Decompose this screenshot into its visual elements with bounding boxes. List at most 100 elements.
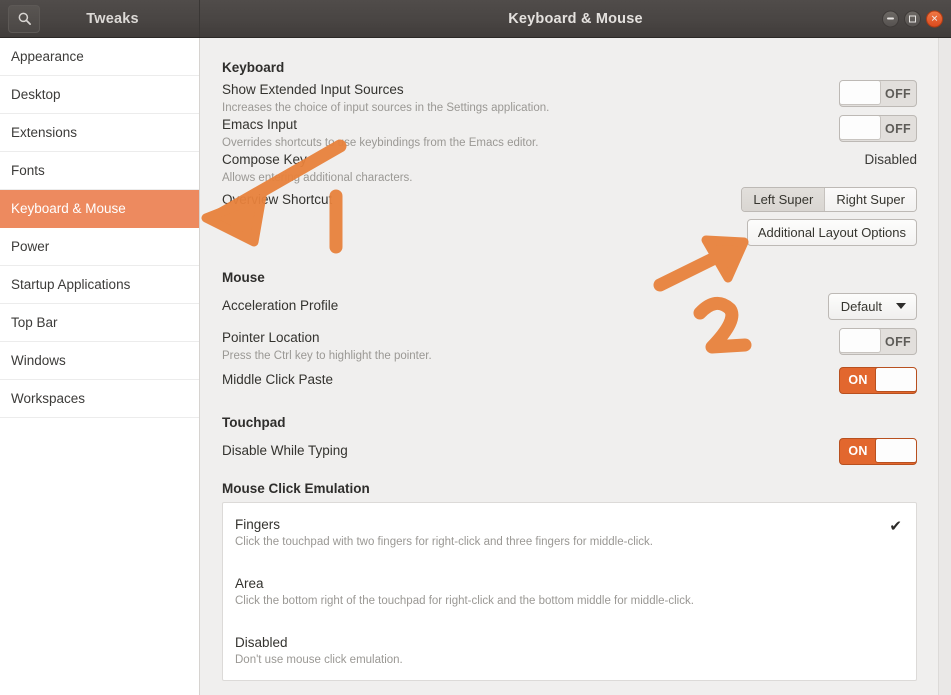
minimize-button[interactable] xyxy=(882,10,899,27)
titlebar-left: Tweaks xyxy=(0,0,200,37)
page-title: Keyboard & Mouse xyxy=(508,10,643,27)
sidebar-item-windows[interactable]: Windows xyxy=(0,342,199,380)
row-label-group: Compose Key Allows entering additional c… xyxy=(222,150,864,186)
row-control: ON xyxy=(839,437,917,465)
toggle-knob xyxy=(840,116,881,140)
list-item-area[interactable]: Area Click the bottom right of the touch… xyxy=(223,562,916,621)
row-label-group: Disable While Typing xyxy=(222,441,839,461)
toggle-knob xyxy=(875,438,916,463)
pointer-location-label: Pointer Location xyxy=(222,330,320,345)
toggle-state-label: ON xyxy=(848,373,868,387)
row-middle-click-paste: Middle Click Paste ON xyxy=(222,365,917,395)
emacs-input-label: Emacs Input xyxy=(222,117,298,132)
compose-key-label: Compose Key xyxy=(222,152,307,167)
sidebar-item-extensions[interactable]: Extensions xyxy=(0,114,199,152)
toggle-state-label: OFF xyxy=(885,121,911,136)
sidebar-item-label: Workspaces xyxy=(11,391,86,406)
mouse-click-emulation-list: Fingers Click the touchpad with two fing… xyxy=(222,502,917,681)
maximize-icon xyxy=(909,15,916,22)
sidebar-item-label: Appearance xyxy=(11,49,84,64)
touchpad-section-heading: Touchpad xyxy=(222,415,286,430)
list-item-fingers[interactable]: Fingers Click the touchpad with two fing… xyxy=(223,503,916,562)
close-button[interactable]: ✕ xyxy=(926,10,943,27)
sidebar-item-fonts[interactable]: Fonts xyxy=(0,152,199,190)
row-pointer-location: Pointer Location Press the Ctrl key to h… xyxy=(222,328,917,364)
toggle-state-label: OFF xyxy=(885,86,911,101)
row-additional-layout-options: Additional Layout Options xyxy=(222,219,917,246)
sidebar-item-top-bar[interactable]: Top Bar xyxy=(0,304,199,342)
emacs-input-toggle[interactable]: OFF xyxy=(839,115,917,142)
sidebar-item-label: Keyboard & Mouse xyxy=(11,201,126,216)
compose-key-value[interactable]: Disabled xyxy=(864,152,917,167)
row-control: OFF xyxy=(839,115,917,142)
sidebar-item-startup-applications[interactable]: Startup Applications xyxy=(0,266,199,304)
row-control: OFF xyxy=(839,80,917,107)
row-show-extended-input-sources: Show Extended Input Sources Increases th… xyxy=(222,80,917,116)
row-control: OFF xyxy=(839,328,917,355)
additional-layout-options-button[interactable]: Additional Layout Options xyxy=(746,219,917,246)
mouse-section-heading: Mouse xyxy=(222,270,265,285)
sidebar-item-keyboard-mouse[interactable]: Keyboard & Mouse xyxy=(0,190,199,228)
sidebar-item-workspaces[interactable]: Workspaces xyxy=(0,380,199,418)
check-icon: ✔ xyxy=(889,518,902,535)
window-body: Appearance Desktop Extensions Fonts Keyb… xyxy=(0,38,951,695)
search-button[interactable] xyxy=(8,4,40,33)
list-item-description: Click the bottom right of the touchpad f… xyxy=(235,595,694,607)
list-item-text: Area Click the bottom right of the touch… xyxy=(235,574,694,609)
middle-click-paste-label: Middle Click Paste xyxy=(222,372,334,387)
toggle-knob xyxy=(840,81,881,105)
row-control: Additional Layout Options xyxy=(746,219,917,246)
overview-shortcut-option-left-super[interactable]: Left Super xyxy=(742,188,825,211)
row-label-group: Emacs Input Overrides shortcuts to use k… xyxy=(222,115,839,151)
row-disable-while-typing: Disable While Typing ON xyxy=(222,435,917,467)
list-item-title: Disabled xyxy=(235,635,288,650)
minimize-icon xyxy=(887,17,894,20)
list-item-title: Fingers xyxy=(235,517,281,532)
list-item-text: Disabled Don't use mouse click emulation… xyxy=(235,633,403,668)
mouse-click-emulation-heading: Mouse Click Emulation xyxy=(222,481,370,496)
acceleration-profile-dropdown[interactable]: Default xyxy=(827,292,917,320)
sidebar-item-label: Desktop xyxy=(11,87,61,102)
row-control: Disabled xyxy=(864,150,917,167)
sidebar: Appearance Desktop Extensions Fonts Keyb… xyxy=(0,38,200,695)
list-item-description: Click the touchpad with two fingers for … xyxy=(235,536,654,548)
row-label-group: Middle Click Paste xyxy=(222,370,839,390)
sidebar-item-appearance[interactable]: Appearance xyxy=(0,38,199,76)
list-item-disabled[interactable]: Disabled Don't use mouse click emulation… xyxy=(223,621,916,680)
disable-while-typing-toggle[interactable]: ON xyxy=(839,437,917,465)
sidebar-item-label: Windows xyxy=(11,353,66,368)
titlebar-main: Keyboard & Mouse ✕ xyxy=(200,10,951,27)
sidebar-item-label: Startup Applications xyxy=(11,277,131,292)
list-item-title: Area xyxy=(235,576,264,591)
sidebar-item-desktop[interactable]: Desktop xyxy=(0,76,199,114)
tweaks-window: Tweaks Keyboard & Mouse ✕ Appearance Des… xyxy=(0,0,951,695)
titlebar: Tweaks Keyboard & Mouse ✕ xyxy=(0,0,951,38)
row-control: ON xyxy=(839,366,917,394)
disable-while-typing-label: Disable While Typing xyxy=(222,443,348,458)
window-controls: ✕ xyxy=(882,10,943,27)
show-extended-input-sources-toggle[interactable]: OFF xyxy=(839,80,917,107)
list-item-description: Don't use mouse click emulation. xyxy=(235,654,403,666)
row-overview-shortcut: Overview Shortcut Left Super Right Super xyxy=(222,187,917,212)
pointer-location-description: Press the Ctrl key to highlight the poin… xyxy=(222,350,432,362)
row-control: Default xyxy=(827,292,917,320)
toggle-state-label: OFF xyxy=(885,334,911,349)
vertical-scrollbar[interactable] xyxy=(938,38,951,695)
search-icon xyxy=(18,12,31,25)
pointer-location-toggle[interactable]: OFF xyxy=(839,328,917,355)
show-extended-input-sources-label: Show Extended Input Sources xyxy=(222,82,404,97)
middle-click-paste-toggle[interactable]: ON xyxy=(839,366,917,394)
overview-shortcut-segmented[interactable]: Left Super Right Super xyxy=(741,187,917,212)
row-label-group: Overview Shortcut xyxy=(222,190,741,210)
overview-shortcut-label: Overview Shortcut xyxy=(222,191,333,207)
settings-inner: Keyboard Show Extended Input Sources Inc… xyxy=(200,60,951,681)
compose-key-description: Allows entering additional characters. xyxy=(222,172,413,184)
chevron-down-icon xyxy=(896,303,906,309)
sidebar-item-power[interactable]: Power xyxy=(0,228,199,266)
overview-shortcut-option-right-super[interactable]: Right Super xyxy=(824,188,916,211)
maximize-button[interactable] xyxy=(904,10,921,27)
row-acceleration-profile: Acceleration Profile Default xyxy=(222,290,917,322)
toggle-state-label: ON xyxy=(848,444,868,458)
row-label-group: Pointer Location Press the Ctrl key to h… xyxy=(222,328,839,364)
sidebar-item-label: Fonts xyxy=(11,163,45,178)
